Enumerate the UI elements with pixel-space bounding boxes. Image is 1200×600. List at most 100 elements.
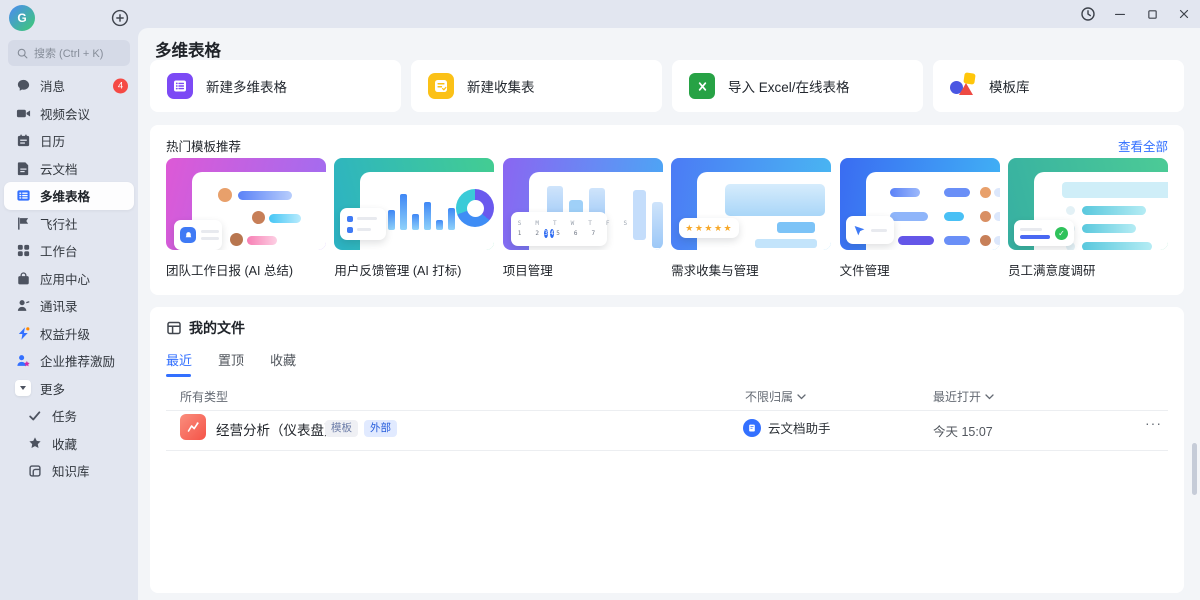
- avatar-letter: G: [17, 11, 26, 25]
- avatar[interactable]: G: [9, 5, 35, 31]
- decor-bar: [898, 236, 934, 245]
- sidebar-item-docs[interactable]: 云文档: [0, 155, 138, 183]
- sidebar-item-label: 权益升级: [40, 324, 90, 343]
- my-files-title: 我的文件: [189, 318, 245, 338]
- view-all-link[interactable]: 查看全部: [1118, 136, 1168, 155]
- template-library-button[interactable]: 模板库: [933, 60, 1184, 112]
- contacts-person-icon: [15, 298, 31, 314]
- owner-name: 云文档助手: [768, 418, 831, 437]
- file-row[interactable]: 经营分析（仪表盘） 模板 外部 云文档助手 今天 15:07 ···: [150, 405, 1184, 450]
- sidebar-item-workplace[interactable]: 工作台: [0, 237, 138, 265]
- sidebar-item-calendar[interactable]: 日历: [0, 127, 138, 155]
- import-excel-label: 导入 Excel/在线表格: [728, 76, 850, 96]
- sidebar-item-messages[interactable]: 消息 4: [0, 72, 138, 100]
- new-base-button[interactable]: 新建多维表格: [150, 60, 401, 112]
- search-placeholder: 搜索 (Ctrl + K): [34, 45, 103, 61]
- import-excel-button[interactable]: 导入 Excel/在线表格: [672, 60, 923, 112]
- template-thumbnail: [840, 158, 1000, 250]
- template-name: 需求收集与管理: [671, 260, 831, 279]
- template-card-user-feedback[interactable]: 用户反馈管理 (AI 打标): [334, 158, 494, 279]
- video-camera-icon: [15, 105, 31, 121]
- filter-owner[interactable]: 不限归属: [745, 388, 806, 405]
- template-name: 项目管理: [503, 260, 663, 279]
- decor-pill: [994, 188, 1000, 197]
- sidebar-item-community[interactable]: 飞行社: [0, 210, 138, 238]
- decor-bar: [777, 222, 815, 233]
- workplace-grid-icon: [15, 243, 31, 259]
- add-button[interactable]: [111, 9, 129, 27]
- file-opened-time: 今天 15:07: [933, 421, 993, 440]
- tab-pinned[interactable]: 置顶: [218, 350, 244, 377]
- sidebar-item-label: 知识库: [52, 461, 90, 480]
- scrollbar-thumb[interactable]: [1192, 443, 1197, 495]
- sidebar-item-base[interactable]: 多维表格: [4, 182, 134, 210]
- close-icon[interactable]: [1176, 6, 1192, 22]
- decor-widget: [340, 208, 386, 240]
- decor-avatar: [980, 187, 991, 198]
- my-files-tabs: 最近 置顶 收藏: [166, 350, 296, 377]
- more-actions-button[interactable]: ···: [1145, 415, 1162, 431]
- template-thumbnail: ★★★★★: [671, 158, 831, 250]
- decor-bar-chart: [388, 186, 455, 230]
- sidebar: G 搜索 (Ctrl + K) 消息 4 视频会议 日历 云文档 多维表格: [0, 0, 138, 600]
- sidebar-item-label: 工作台: [40, 241, 78, 260]
- sidebar-item-contacts[interactable]: 通讯录: [0, 292, 138, 320]
- filter-type[interactable]: 所有类型: [180, 388, 228, 405]
- minimize-icon[interactable]: [1112, 6, 1128, 22]
- hot-templates-title: 热门模板推荐: [166, 136, 241, 155]
- sidebar-item-label: 任务: [52, 406, 77, 425]
- page-title: 多维表格: [155, 37, 221, 61]
- chevron-down-icon: [985, 394, 994, 400]
- tab-recent[interactable]: 最近: [166, 350, 192, 377]
- search-input[interactable]: 搜索 (Ctrl + K): [8, 40, 130, 66]
- sidebar-item-wiki[interactable]: 知识库: [0, 457, 138, 485]
- new-form-label: 新建收集表: [467, 76, 535, 96]
- my-files-icon: [166, 320, 182, 336]
- template-card-daily-report[interactable]: 团队工作日报 (AI 总结): [166, 158, 326, 279]
- template-name: 团队工作日报 (AI 总结): [166, 260, 326, 279]
- star-rating: ★★★★★: [685, 224, 733, 233]
- template-name: 文件管理: [840, 260, 1000, 279]
- divider: [166, 450, 1168, 451]
- tab-favorites[interactable]: 收藏: [270, 350, 296, 377]
- history-icon[interactable]: [1080, 6, 1096, 22]
- decor-bar: [755, 239, 817, 248]
- sidebar-item-video-meeting[interactable]: 视频会议: [0, 100, 138, 128]
- template-card-satisfaction-survey[interactable]: ✓ 员工满意度调研: [1008, 158, 1168, 279]
- maximize-icon[interactable]: [1144, 6, 1160, 22]
- decor-bar: [944, 188, 970, 197]
- template-thumbnail: [334, 158, 494, 250]
- sidebar-item-upgrade[interactable]: 权益升级: [0, 320, 138, 348]
- external-tag: 外部: [364, 420, 397, 437]
- filter-sort[interactable]: 最近打开: [933, 388, 994, 405]
- new-form-button[interactable]: 新建收集表: [411, 60, 662, 112]
- decor-pill: [994, 236, 1000, 245]
- decor-pill: [994, 212, 1000, 221]
- template-card-project-management[interactable]: S M T W T F S 1 2 3 4 5 6 7 项目管理: [503, 158, 663, 279]
- file-owner: 云文档助手: [743, 418, 831, 437]
- cursor-icon: [853, 224, 866, 237]
- filter-sort-label: 最近打开: [933, 388, 981, 405]
- search-icon: [16, 47, 29, 60]
- chat-icon: [15, 78, 31, 94]
- sidebar-item-more[interactable]: 更多: [0, 375, 138, 403]
- decor-widget: [174, 220, 222, 250]
- file-name: 经营分析（仪表盘）: [216, 419, 338, 439]
- sidebar-item-tasks[interactable]: 任务: [0, 402, 138, 430]
- sidebar-item-label: 应用中心: [40, 269, 90, 288]
- sidebar-item-label: 视频会议: [40, 104, 90, 123]
- sidebar-item-app-center[interactable]: 应用中心: [0, 265, 138, 293]
- docs-icon: [15, 160, 31, 176]
- template-card-file-management[interactable]: 文件管理: [840, 158, 1000, 279]
- sidebar-item-favorites[interactable]: 收藏: [0, 430, 138, 458]
- my-files-panel: 我的文件 最近 置顶 收藏 所有类型 不限归属 最近打开 经营分析（仪表盘） 模…: [150, 307, 1184, 593]
- sidebar-item-referral[interactable]: 企业推荐激励: [0, 347, 138, 375]
- template-library-label: 模板库: [989, 76, 1030, 96]
- calendar-date-selected: 3: [544, 229, 548, 238]
- calendar-dates: 1 2: [518, 230, 544, 237]
- sidebar-item-label: 多维表格: [40, 186, 90, 205]
- star-icon: [27, 435, 43, 451]
- calendar-icon: [15, 133, 31, 149]
- template-card-requirements[interactable]: ★★★★★ 需求收集与管理: [671, 158, 831, 279]
- calendar-days: S M T W T F S: [518, 220, 600, 227]
